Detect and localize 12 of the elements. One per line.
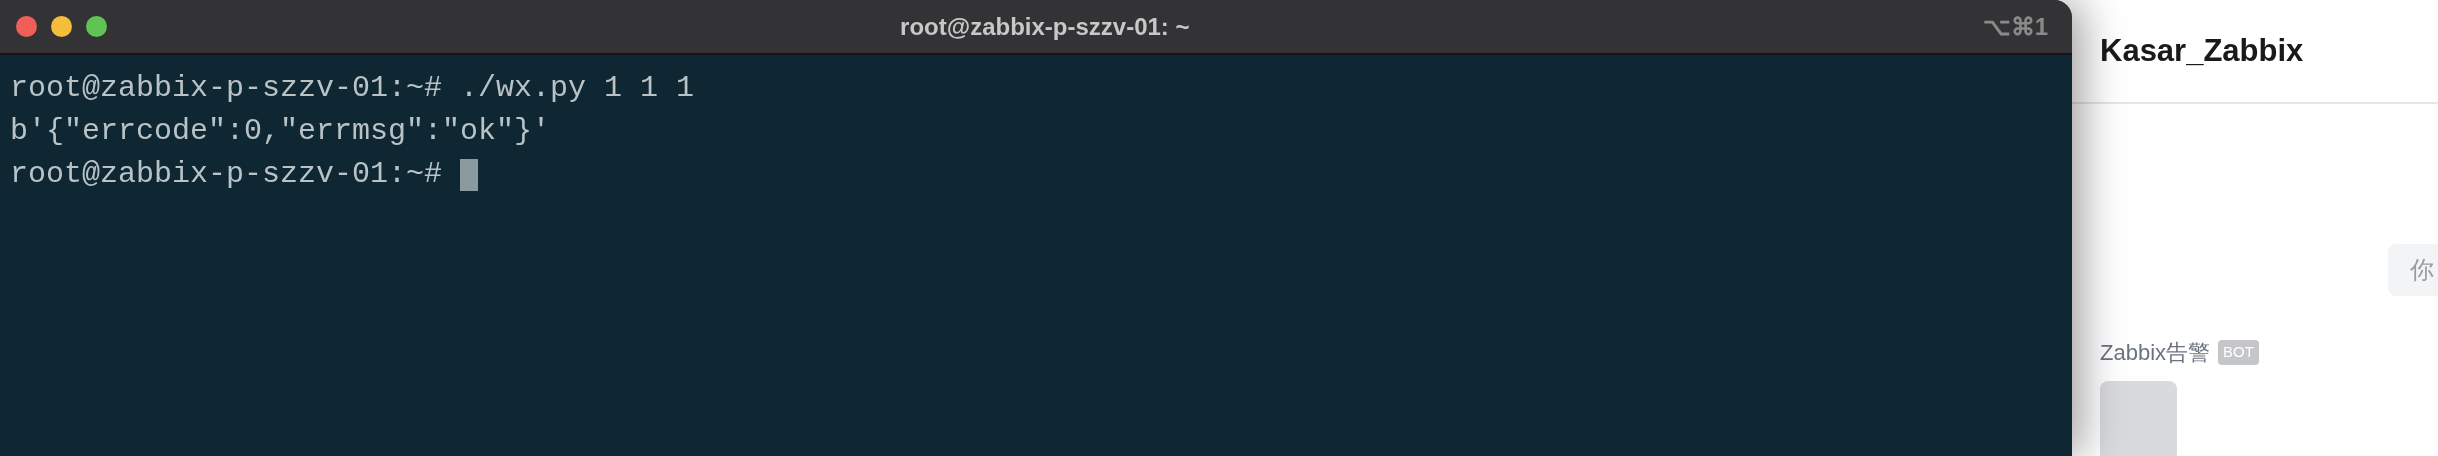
- window-title: root@zabbix-p-szzv-01: ~: [900, 11, 1190, 42]
- minimize-button[interactable]: [51, 16, 72, 37]
- shortcut-label: ⌥⌘1: [1982, 11, 2049, 42]
- chat-title: Kasar_Zabbix: [2100, 31, 2304, 70]
- sender-name: Zabbix告警: [2100, 339, 2211, 367]
- terminal-line: b'{"errcode":0,"errmsg":"ok"}': [10, 113, 551, 150]
- terminal-line: root@zabbix-p-szzv-01:~#: [10, 156, 443, 193]
- message-bubble: 你: [2388, 244, 2438, 296]
- zoom-button[interactable]: [86, 16, 107, 37]
- close-button[interactable]: [16, 16, 37, 37]
- terminal-line: root@zabbix-p-szzv-01:~# ./wx.py 1 1 1: [10, 70, 695, 107]
- bot-badge: BOT: [2218, 340, 2259, 365]
